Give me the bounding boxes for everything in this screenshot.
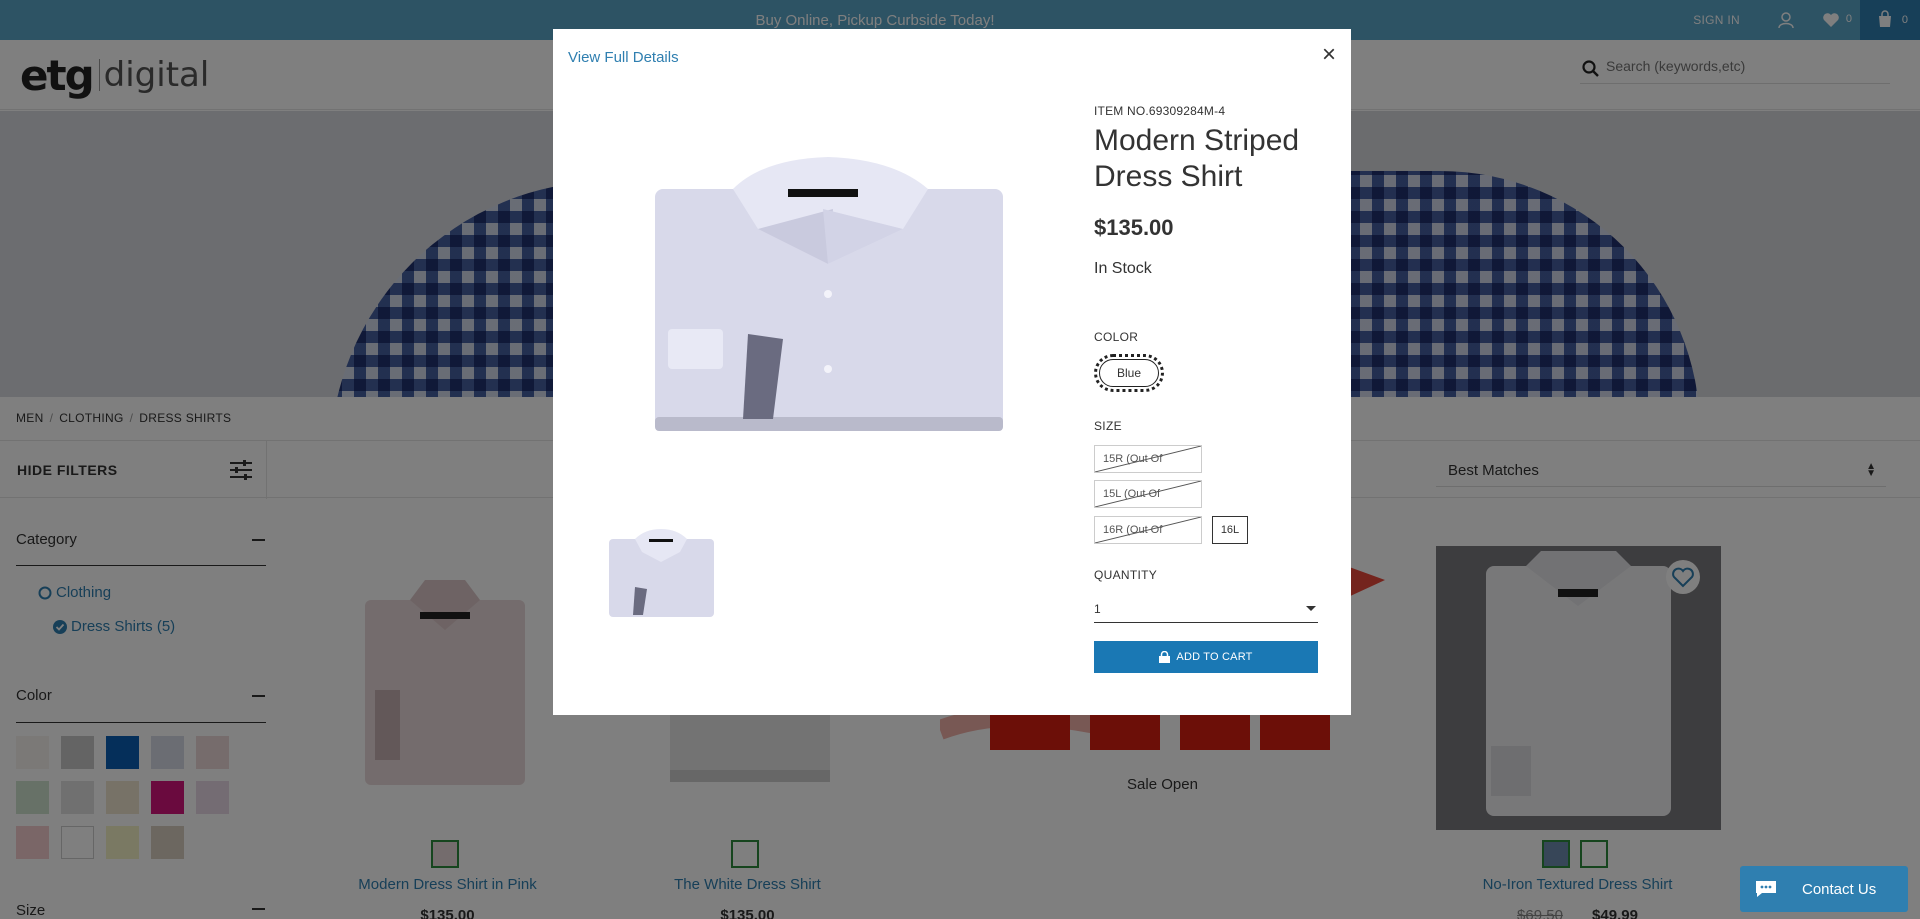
color-label: COLOR [1094, 330, 1139, 344]
size-option-15r[interactable]: 15R (Out Of Stock) [1094, 445, 1202, 473]
product-title: Modern Striped Dress Shirt [1094, 124, 1300, 193]
lock-icon [1159, 651, 1171, 663]
stock-status: In Stock [1094, 260, 1152, 277]
quantity-value: 1 [1094, 602, 1101, 616]
size-label: SIZE [1094, 419, 1122, 433]
product-thumbnail[interactable] [605, 527, 718, 619]
quantity-label: QUANTITY [1094, 568, 1158, 582]
out-of-stock-strike [1095, 517, 1201, 543]
view-full-details-link[interactable]: View Full Details [568, 49, 679, 66]
item-number: ITEM NO.69309284M-4 [1094, 104, 1226, 118]
out-of-stock-strike [1095, 481, 1201, 507]
quantity-select[interactable]: 1 [1094, 595, 1318, 623]
contact-us-button[interactable]: Contact Us [1740, 866, 1908, 912]
quick-view-modal: View Full Details × ITEM NO.69309284M-4 … [553, 29, 1351, 715]
chat-bubble-icon [1756, 881, 1776, 897]
color-option-blue[interactable]: Blue [1094, 354, 1164, 392]
size-option-15l[interactable]: 15L (Out Of Stock) [1094, 480, 1202, 508]
add-to-cart-button[interactable]: ADD TO CART [1094, 641, 1318, 673]
chevron-down-icon [1306, 606, 1316, 611]
size-option-16l[interactable]: 16L [1212, 516, 1248, 544]
out-of-stock-strike [1095, 446, 1201, 472]
add-to-cart-label: ADD TO CART [1176, 651, 1253, 663]
product-price: $135.00 [1094, 215, 1174, 240]
contact-us-label: Contact Us [1802, 881, 1877, 898]
size-option-16r[interactable]: 16R (Out Of Stock) [1094, 516, 1202, 544]
close-icon[interactable]: × [1322, 43, 1336, 67]
main-product-image [655, 157, 1003, 431]
